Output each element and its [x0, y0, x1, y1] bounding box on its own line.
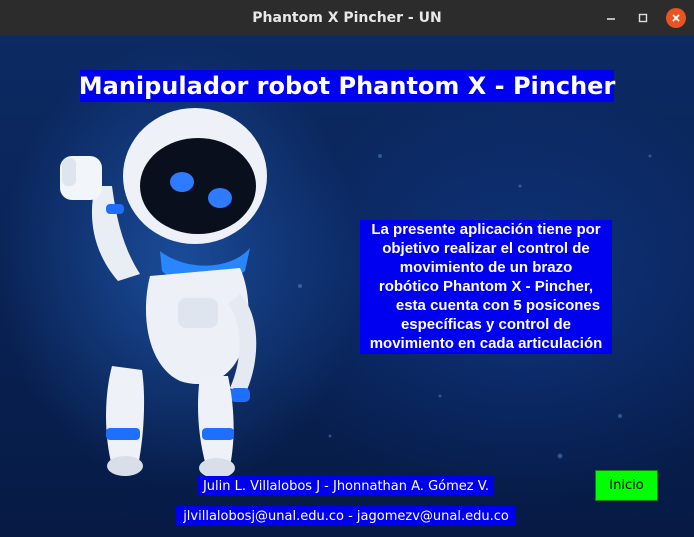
description-line: movimiento de un brazo: [399, 259, 573, 276]
maximize-icon[interactable]: [634, 9, 652, 27]
description-line: específicas y control de: [400, 316, 572, 333]
description-line: robótico Phantom X - Pincher,: [378, 278, 594, 295]
start-button[interactable]: Inicio: [595, 470, 658, 501]
main-panel: Manipulador robot Phantom X - Pincher La…: [0, 36, 694, 537]
emails-label: jlvillalobosj@unal.edu.co - jagomezv@una…: [176, 506, 516, 526]
description-line: La presente aplicación tiene por: [371, 221, 601, 238]
description-line: objetivo realizar el control de: [382, 240, 590, 257]
close-icon[interactable]: [666, 8, 686, 28]
app-window: Phantom X Pincher - UN Manipulador robot…: [0, 0, 694, 537]
description-line: movimiento en cada articulación: [369, 335, 603, 352]
description-text: La presente aplicación tiene por objetiv…: [360, 220, 612, 354]
minimize-icon[interactable]: [602, 9, 620, 27]
window-title: Phantom X Pincher - UN: [252, 10, 442, 26]
page-title: Manipulador robot Phantom X - Pincher: [78, 70, 616, 102]
window-controls: [602, 0, 686, 36]
authors-label: Julin L. Villalobos J - Jhonnathan A. Gó…: [198, 476, 494, 496]
title-bar: Phantom X Pincher - UN: [0, 0, 694, 36]
description-line: esta cuenta con 5 posicones: [395, 297, 601, 314]
